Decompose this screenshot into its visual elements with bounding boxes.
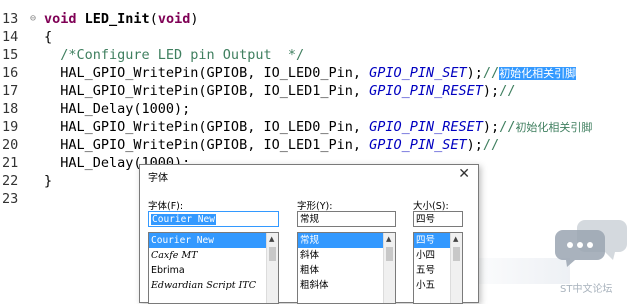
- code-text: HAL_GPIO_WritePin(GPIOB, IO_LED0_Pin, GP…: [44, 64, 577, 83]
- line-number: 18: [2, 101, 19, 117]
- line-number: 21: [2, 155, 19, 171]
- font-list-scrollbar[interactable]: ▲: [266, 233, 278, 303]
- style-list-item[interactable]: 常规: [298, 233, 395, 248]
- code-token: void: [157, 11, 191, 27]
- code-token: LED_Init: [84, 11, 150, 27]
- code-token: //: [482, 137, 500, 153]
- size-list-scrollbar[interactable]: ▲: [450, 233, 462, 303]
- code-text: }: [44, 172, 52, 190]
- code-token: GPIO_PIN_SET: [369, 137, 467, 153]
- line-number: 22: [2, 173, 19, 189]
- code-token: //: [499, 119, 516, 135]
- style-label: 字形(Y):: [297, 201, 333, 212]
- font-style-list[interactable]: 常规 斜体 粗体 粗斜体 ▲: [297, 232, 396, 304]
- style-list-item[interactable]: 粗斜体: [298, 278, 395, 293]
- code-token: );: [482, 83, 500, 99]
- line-number: 16: [2, 65, 19, 81]
- font-style-value: 常规: [300, 214, 320, 225]
- font-size-list[interactable]: 四号 小四 五号 小五 ▲: [413, 232, 463, 304]
- code-text: HAL_GPIO_WritePin(GPIOB, IO_LED0_Pin, GP…: [44, 118, 592, 137]
- code-text: /*Configure LED pin Output */: [44, 46, 304, 64]
- code-token: //: [482, 65, 500, 81]
- code-token: void: [44, 11, 77, 27]
- font-size-input[interactable]: 四号: [413, 211, 463, 227]
- code-token: );: [482, 119, 500, 135]
- font-list-item[interactable]: Edwardian Script ITC: [149, 278, 278, 293]
- code-text: HAL_GPIO_WritePin(GPIOB, IO_LED1_Pin, GP…: [44, 136, 499, 154]
- code-text: void LED_Init(void): [44, 10, 198, 28]
- style-list-item[interactable]: 斜体: [298, 248, 395, 263]
- font-name-input[interactable]: Courier New: [148, 211, 279, 227]
- font-list-item[interactable]: Caxfe MT: [149, 248, 278, 263]
- code-token: {: [44, 29, 53, 45]
- close-icon[interactable]: ✕: [458, 166, 470, 182]
- line-number: 23: [2, 191, 19, 207]
- size-label: 大小(S):: [413, 201, 449, 212]
- code-token: HAL_GPIO_WritePin(GPIOB, IO_LED0_Pin,: [44, 119, 370, 135]
- font-label: 字体(F):: [148, 201, 184, 212]
- chat-bubble-icon: [555, 220, 627, 267]
- code-token: //: [499, 83, 516, 99]
- font-style-input[interactable]: 常规: [297, 211, 396, 227]
- font-name-value: Courier New: [151, 214, 216, 225]
- scroll-thumb[interactable]: [453, 247, 460, 261]
- scroll-thumb[interactable]: [386, 247, 393, 261]
- code-token: );: [466, 137, 483, 153]
- code-token: 初始化相关引脚: [499, 67, 577, 80]
- code-token: /*Configure LED pin Output */: [44, 47, 305, 63]
- code-text: HAL_GPIO_WritePin(GPIOB, IO_LED1_Pin, GP…: [44, 82, 515, 100]
- code-token: }: [44, 173, 53, 189]
- code-token: ): [190, 11, 199, 27]
- code-token: HAL_GPIO_WritePin(GPIOB, IO_LED0_Pin,: [44, 65, 370, 81]
- code-token: HAL_GPIO_WritePin(GPIOB, IO_LED1_Pin,: [44, 137, 370, 153]
- line-number: 14: [2, 29, 19, 45]
- font-size-value: 四号: [416, 214, 436, 225]
- code-token: );: [466, 65, 483, 81]
- code-token: (: [149, 11, 158, 27]
- code-token: HAL_GPIO_WritePin(GPIOB, IO_LED1_Pin,: [44, 83, 370, 99]
- code-text: HAL_Delay(1000);: [44, 100, 190, 118]
- style-list-item[interactable]: 粗体: [298, 263, 395, 278]
- line-number: 15: [2, 47, 19, 63]
- font-dialog: 字体 ✕ 字体(F): 字形(Y): 大小(S): Courier New 常规…: [139, 164, 479, 304]
- scroll-up-icon[interactable]: ▲: [453, 235, 458, 243]
- font-list-item[interactable]: Courier New: [149, 233, 278, 248]
- dialog-title: 字体: [148, 173, 168, 184]
- scroll-up-icon[interactable]: ▲: [386, 235, 391, 243]
- code-token: GPIO_PIN_RESET: [369, 83, 483, 99]
- font-list-item[interactable]: Ebrima: [149, 263, 278, 278]
- code-token: GPIO_PIN_RESET: [369, 119, 483, 135]
- scroll-thumb[interactable]: [269, 247, 276, 261]
- scroll-up-icon[interactable]: ▲: [269, 235, 274, 243]
- watermark-text: ST中文论坛: [560, 284, 613, 295]
- code-token: GPIO_PIN_SET: [369, 65, 467, 81]
- line-number: 19: [2, 119, 19, 135]
- line-number: 17: [2, 83, 19, 99]
- code-token: 初始化相关引脚: [515, 121, 593, 134]
- style-list-scrollbar[interactable]: ▲: [383, 233, 395, 303]
- code-text: {: [44, 28, 52, 46]
- line-number: 20: [2, 137, 19, 153]
- font-name-list[interactable]: Courier New Caxfe MT Ebrima Edwardian Sc…: [148, 232, 279, 304]
- fold-toggle-icon[interactable]: ⊖: [30, 10, 36, 28]
- code-token: HAL_Delay(1000);: [44, 101, 191, 117]
